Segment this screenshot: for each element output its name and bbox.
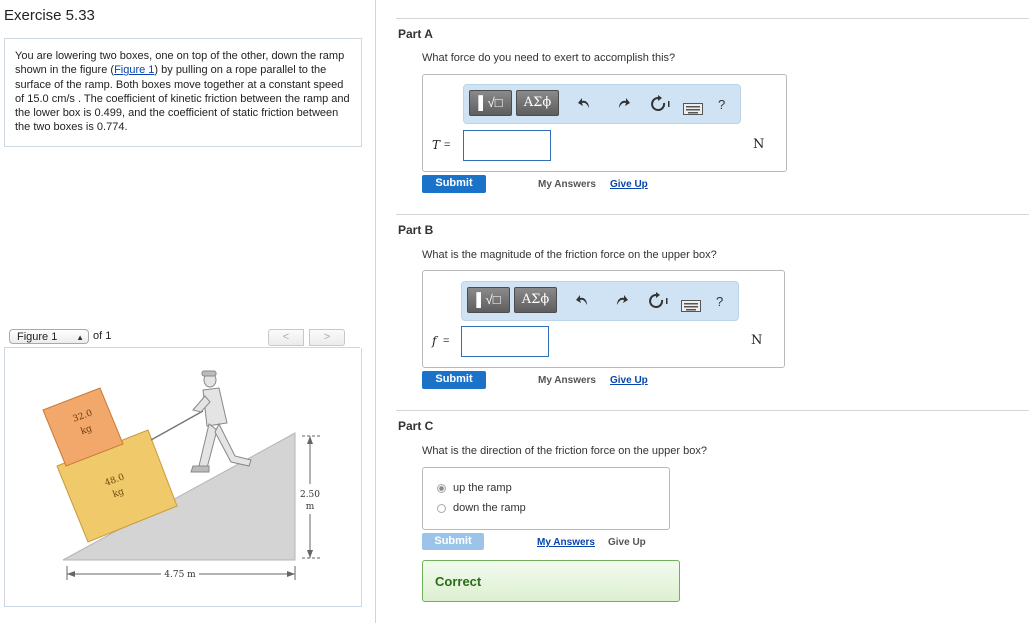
- redo-icon[interactable]: [612, 292, 628, 308]
- part-c-question: What is the direction of the friction fo…: [422, 445, 707, 457]
- part-a-equals: =: [444, 139, 451, 151]
- figure-count: of 1: [93, 330, 112, 342]
- part-b-variable: f: [432, 334, 437, 348]
- keyboard-icon[interactable]: [681, 299, 701, 312]
- part-a-unit: N: [753, 137, 765, 152]
- part-b-question: What is the magnitude of the friction fo…: [422, 249, 717, 261]
- option-up-the-ramp-radio[interactable]: [437, 484, 446, 493]
- part-a-help-button[interactable]: ?: [718, 97, 725, 112]
- radical-icon: ▌√□: [478, 95, 503, 110]
- problem-statement: You are lowering two boxes, one on top o…: [15, 49, 355, 135]
- part-a-symbols-button[interactable]: ΑΣϕ: [516, 90, 559, 116]
- part-a-variable: T: [432, 138, 441, 152]
- figure-link[interactable]: Figure 1: [114, 64, 154, 76]
- height-value: 2.50: [300, 490, 320, 500]
- greek-symbols-icon: ΑΣϕ: [521, 292, 550, 307]
- reset-icon[interactable]: [650, 95, 672, 111]
- ramp-figure: 48.0 kg 32.0 kg 2.50 m 4.75 m: [42, 370, 321, 580]
- next-figure-button[interactable]: >: [309, 329, 345, 346]
- option-down-the-ramp-label[interactable]: down the ramp: [453, 502, 526, 514]
- radical-icon: ▌√□: [476, 292, 501, 307]
- part-c-options-panel: [422, 467, 670, 530]
- exercise-title: Exercise 5.33: [4, 7, 95, 24]
- part-b-give-up[interactable]: Give Up: [610, 375, 648, 386]
- base-label: 4.75 m: [164, 570, 196, 580]
- option-up-the-ramp-label[interactable]: up the ramp: [453, 482, 512, 494]
- part-b-answer-input[interactable]: [461, 326, 549, 357]
- part-b-my-answers[interactable]: My Answers: [538, 375, 596, 386]
- keyboard-icon[interactable]: [683, 102, 703, 115]
- option-down-the-ramp-radio[interactable]: [437, 504, 446, 513]
- height-arrow-bottom: [307, 550, 313, 558]
- chevron-right-icon: >: [323, 331, 331, 343]
- part-b-equals: =: [443, 335, 450, 347]
- undo-icon[interactable]: [576, 292, 592, 308]
- part-b-templates-button[interactable]: ▌√□: [467, 287, 510, 313]
- undo-icon[interactable]: [578, 95, 594, 111]
- part-b-divider: [396, 214, 1029, 215]
- part-a-divider: [396, 18, 1029, 19]
- part-b-unit: N: [751, 333, 763, 348]
- part-a-title: Part A: [398, 27, 433, 41]
- height-unit: m: [306, 502, 315, 512]
- height-arrow-top: [307, 436, 313, 444]
- part-c-divider: [396, 410, 1029, 411]
- previous-figure-button[interactable]: <: [268, 329, 304, 346]
- reset-icon[interactable]: [648, 292, 670, 308]
- base-arrow-right: [287, 571, 295, 577]
- person-figure: [190, 370, 252, 473]
- figure-bottom-divider: [4, 606, 360, 607]
- part-b-title: Part B: [398, 223, 434, 237]
- correct-feedback-text: Correct: [435, 574, 482, 589]
- rope: [150, 410, 204, 441]
- select-arrows-icon: ▲: [76, 333, 84, 342]
- figure-select-value: Figure 1: [17, 331, 58, 343]
- part-b-help-button[interactable]: ?: [716, 294, 723, 309]
- part-a-answer-input[interactable]: [463, 130, 551, 161]
- figure-panel: 48.0 kg 32.0 kg 2.50 m 4.75 m: [4, 348, 362, 607]
- part-b-submit-button[interactable]: Submit: [422, 371, 486, 389]
- part-a-question: What force do you need to exert to accom…: [422, 52, 676, 64]
- part-b-symbols-button[interactable]: ΑΣϕ: [514, 287, 557, 313]
- base-arrow-left: [67, 571, 75, 577]
- chevron-left-icon: <: [282, 331, 290, 343]
- part-a-submit-button[interactable]: Submit: [422, 175, 486, 193]
- figure-select[interactable]: Figure 1 ▲: [9, 329, 89, 344]
- redo-icon[interactable]: [614, 95, 630, 111]
- part-c-title: Part C: [398, 419, 434, 433]
- part-a-give-up[interactable]: Give Up: [610, 179, 648, 190]
- greek-symbols-icon: ΑΣϕ: [523, 95, 552, 110]
- part-c-give-up: Give Up: [608, 537, 646, 548]
- part-c-submit-button[interactable]: Submit: [422, 533, 484, 550]
- part-c-my-answers[interactable]: My Answers: [537, 537, 595, 548]
- part-a-templates-button[interactable]: ▌√□: [469, 90, 512, 116]
- part-a-my-answers[interactable]: My Answers: [538, 179, 596, 190]
